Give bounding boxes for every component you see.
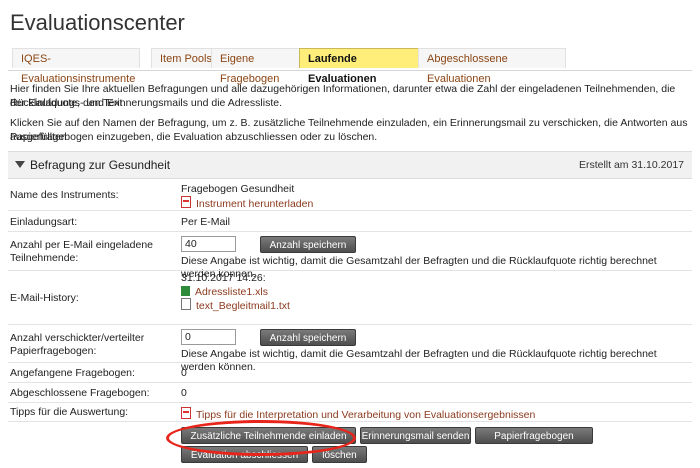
divider [8,382,692,383]
completed-value: 0 [181,387,187,399]
tab-abgeschlossene-evaluationen[interactable]: Abgeschlossene Evaluationen [418,48,566,85]
email-count-label-line2: Teilnehmende: [10,252,79,264]
started-value: 0 [181,367,187,379]
tips-link[interactable]: Tipps für die Interpretation und Verarbe… [181,406,535,422]
history-file-txt[interactable]: text_Begleitmail1.txt [181,297,290,313]
text-file-icon [181,298,191,310]
save-email-count-button[interactable]: Anzahl speichern [260,236,356,253]
pdf-icon [181,196,191,208]
send-reminder-button[interactable]: Erinnerungsmail senden [360,427,471,444]
instrument-label: Name des Instruments: [10,189,119,201]
paper-count-label-line2: Papierfragebogen: [10,345,97,357]
page-title: Evaluationscenter [10,10,185,35]
completed-label: Abgeschlossene Fragebogen: [10,387,150,399]
email-history-date: 31.10.2017 14:26: [181,272,266,284]
email-history-label: E-Mail-History: [10,292,79,304]
divider [8,210,692,211]
intro-text-4: Papierfragebogen einzugeben, die Evaluat… [10,131,378,143]
paper-count-input[interactable]: 0 [181,329,236,345]
instrument-download-link[interactable]: Instrument herunterladen [181,195,313,211]
divider [8,270,692,271]
enter-paper-button[interactable]: Papierfragebogen eingeben [475,427,593,459]
survey-header[interactable]: Befragung zur Gesundheit Erstellt am 31.… [8,152,692,179]
tips-label: Tipps für die Auswertung: [10,406,129,418]
invite-type-label: Einladungsart: [10,216,78,228]
divider [8,362,692,363]
paper-count-label-line1: Anzahl verschickter/verteilter [10,332,145,344]
save-paper-count-button[interactable]: Anzahl speichern [260,329,356,346]
paper-count-note: Diese Angabe ist wichtig, damit die Gesa… [181,348,657,373]
survey-panel: Befragung zur Gesundheit Erstellt am 31.… [8,151,692,458]
excel-file-icon [181,286,190,296]
divider [8,402,692,403]
history-file-txt-text[interactable]: text_Begleitmail1.txt [196,300,290,312]
survey-title[interactable]: Befragung zur Gesundheit [30,158,170,172]
tab-laufende-evaluationen[interactable]: Laufende Evaluationen [299,48,420,85]
instrument-download-text[interactable]: Instrument herunterladen [196,198,313,210]
email-count-label-line1: Anzahl per E-Mail eingeladene [10,239,154,251]
collapse-caret-icon[interactable] [15,161,25,168]
tab-bar: IQES-Evaluationsinstrumente Item Pools E… [8,48,692,85]
divider [8,231,692,232]
tab-eigene-fragebogen[interactable]: Eigene Fragebogen [211,48,308,85]
highlight-circle [166,420,356,456]
invite-type-value: Per E-Mail [181,216,231,228]
started-label: Angefangene Fragebogen: [10,367,135,379]
intro-text-2: der Einladungs- und Erinnerungsmails und… [10,97,282,109]
pdf-icon [181,407,191,419]
survey-created-date: Erstellt am 31.10.2017 [578,159,684,171]
divider [8,421,692,422]
email-count-input[interactable]: 40 [181,236,236,252]
divider [8,324,692,325]
tab-iqes-instrumente[interactable]: IQES-Evaluationsinstrumente [12,48,140,85]
